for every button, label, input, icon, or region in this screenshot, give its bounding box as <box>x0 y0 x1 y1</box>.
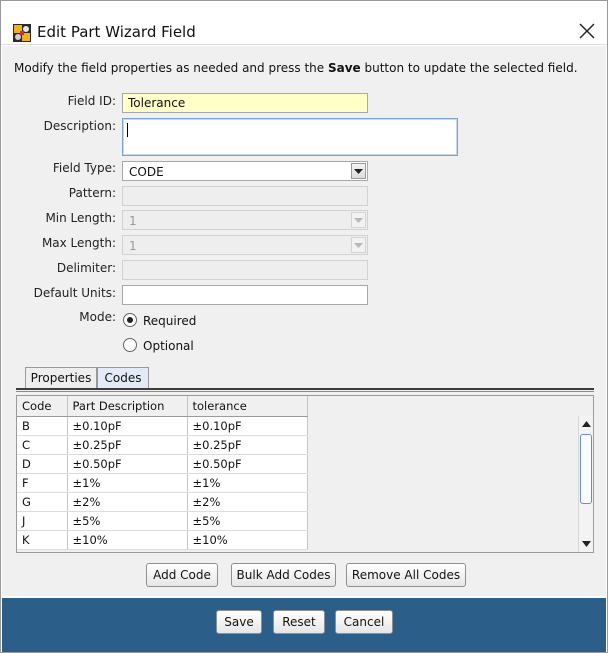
cell-code: B <box>17 416 68 436</box>
save-button[interactable]: Save <box>216 610 262 634</box>
table-row[interactable]: B ±0.10pF ±0.10pF <box>17 416 308 436</box>
table-row[interactable]: C ±0.25pF ±0.25pF <box>17 435 308 455</box>
field-id-label: Field ID: <box>67 94 116 108</box>
dialog-footer: Save Reset Cancel <box>2 598 606 652</box>
intro-text: Modify the field properties as needed an… <box>14 61 578 75</box>
close-icon[interactable] <box>577 21 597 41</box>
mode-optional-radio[interactable] <box>123 338 137 352</box>
table-header-row: Code Part Description tolerance <box>17 396 308 417</box>
cancel-button[interactable]: Cancel <box>335 610 393 634</box>
cell-part-description: ±1% <box>67 473 188 493</box>
scroll-down-icon[interactable] <box>582 540 591 548</box>
table-row[interactable]: D ±0.50pF ±0.50pF <box>17 454 308 474</box>
field-type-label: Field Type: <box>52 161 116 175</box>
codes-table: Code Part Description tolerance B ±0.10p… <box>17 396 308 550</box>
cell-tolerance: ±5% <box>187 511 308 531</box>
cell-tolerance: ±0.25pF <box>187 435 308 455</box>
cell-tolerance: ±10% <box>187 530 308 550</box>
cell-code: C <box>17 435 68 455</box>
codes-table-panel: Code Part Description tolerance B ±0.10p… <box>16 395 594 553</box>
table-row[interactable]: G ±2% ±2% <box>17 492 308 512</box>
mode-required-radio[interactable] <box>123 313 137 327</box>
cell-part-description: ±0.10pF <box>67 416 188 436</box>
mode-required-label[interactable]: Required <box>143 314 196 328</box>
field-type-select[interactable]: CODE <box>122 161 368 181</box>
cell-part-description: ±0.25pF <box>67 435 188 455</box>
min-length-dropdown-button[interactable] <box>351 212 366 228</box>
window-title: Edit Part Wizard Field <box>37 23 196 41</box>
cell-tolerance: ±1% <box>187 473 308 493</box>
table-scrollbar[interactable] <box>578 416 593 552</box>
table-row[interactable]: F ±1% ±1% <box>17 473 308 493</box>
cell-code: G <box>17 492 68 512</box>
cell-tolerance: ±0.10pF <box>187 416 308 436</box>
cell-code: F <box>17 473 68 493</box>
field-type-dropdown-button[interactable] <box>351 163 366 179</box>
max-length-dropdown-button[interactable] <box>351 237 366 253</box>
chevron-down-icon <box>354 243 363 248</box>
intro-text-bold: Save <box>327 61 361 75</box>
max-length-value: 1 <box>129 239 137 253</box>
chevron-down-icon <box>354 218 363 223</box>
cell-part-description: ±10% <box>67 530 188 550</box>
min-length-select[interactable]: 1 <box>122 210 368 230</box>
text-caret <box>127 123 128 137</box>
field-id-input[interactable]: Tolerance <box>122 93 368 113</box>
max-length-label: Max Length: <box>41 236 116 250</box>
cell-part-description: ±2% <box>67 492 188 512</box>
scrollbar-thumb[interactable] <box>580 434 592 504</box>
default-units-input[interactable] <box>122 285 368 305</box>
intro-text-end: button to update the selected field. <box>360 61 578 75</box>
column-header-tolerance[interactable]: tolerance <box>187 396 308 417</box>
table-row[interactable]: J ±5% ±5% <box>17 511 308 531</box>
cell-part-description: ±5% <box>67 511 188 531</box>
description-label: Description: <box>43 119 116 133</box>
radio-selected-dot <box>127 317 133 323</box>
column-header-code[interactable]: Code <box>17 396 68 417</box>
reset-button[interactable]: Reset <box>273 610 325 634</box>
remove-all-codes-button[interactable]: Remove All Codes <box>346 563 466 587</box>
cell-code: K <box>17 530 68 550</box>
column-header-part-description[interactable]: Part Description <box>67 396 188 417</box>
pattern-input[interactable] <box>122 186 368 206</box>
max-length-select[interactable]: 1 <box>122 235 368 255</box>
description-textarea[interactable] <box>122 118 458 156</box>
tab-codes[interactable]: Codes <box>97 367 149 389</box>
delimiter-label: Delimiter: <box>56 261 116 275</box>
tab-divider-shadow <box>16 391 594 392</box>
title-bar: Edit Part Wizard Field <box>1 1 607 45</box>
cell-code: D <box>17 454 68 474</box>
chevron-down-icon <box>354 169 363 174</box>
bulk-add-codes-button[interactable]: Bulk Add Codes <box>231 563 336 587</box>
app-logo-icon <box>13 24 31 42</box>
mode-label: Mode: <box>79 310 116 324</box>
dialog-window: Edit Part Wizard Field Modify the field … <box>0 0 608 653</box>
tab-properties[interactable]: Properties <box>25 367 97 389</box>
min-length-value: 1 <box>129 214 137 228</box>
tab-divider <box>16 388 594 390</box>
mode-optional-label[interactable]: Optional <box>143 339 194 353</box>
pattern-label: Pattern: <box>68 186 116 200</box>
dialog-content: Modify the field properties as needed an… <box>2 46 606 596</box>
table-row[interactable]: K ±10% ±10% <box>17 530 308 550</box>
cell-tolerance: ±0.50pF <box>187 454 308 474</box>
field-type-value: CODE <box>129 165 164 179</box>
cell-part-description: ±0.50pF <box>67 454 188 474</box>
intro-text-start: Modify the field properties as needed an… <box>14 61 328 75</box>
cell-code: J <box>17 511 68 531</box>
delimiter-input[interactable] <box>122 260 368 280</box>
scroll-up-icon[interactable] <box>582 420 591 428</box>
add-code-button[interactable]: Add Code <box>146 563 218 587</box>
cell-tolerance: ±2% <box>187 492 308 512</box>
default-units-label: Default Units: <box>33 286 116 300</box>
min-length-label: Min Length: <box>45 211 116 225</box>
